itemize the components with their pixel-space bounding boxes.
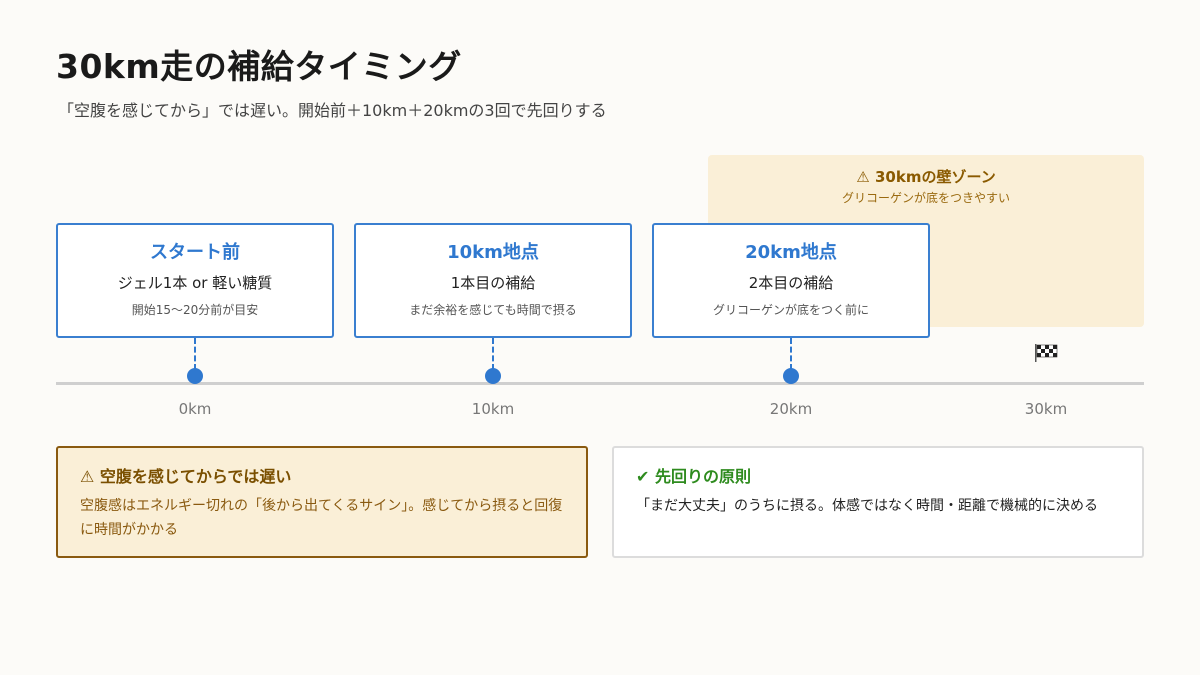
warning-box: ⚠ 空腹を感じてからでは遅い 空腹感はエネルギー切れの「後から出てくるサイン」。…	[56, 446, 588, 558]
principle-box-text: 「まだ大丈夫」のうちに摂る。体感ではなく時間・距離で機械的に決める	[636, 498, 1098, 514]
checkered-flag-icon	[1035, 344, 1058, 362]
timeline-dot-10km	[485, 368, 501, 384]
principle-box: ✔ 先回りの原則 「まだ大丈夫」のうちに摂る。体感ではなく時間・距離で機械的に決…	[612, 446, 1144, 558]
card-main-text: 1本目の補給	[450, 274, 536, 292]
connector-10km	[492, 338, 494, 370]
card-main-text: ジェル1本 or 軽い糖質	[117, 274, 273, 292]
tick-label-30km: 30km	[1024, 400, 1068, 418]
page-title: 30km走の補給タイミング	[56, 47, 462, 86]
card-start: スタート前 ジェル1本 or 軽い糖質 開始15〜20分前が目安	[56, 223, 334, 338]
card-title: 10km地点	[447, 242, 539, 263]
card-note: グリコーゲンが底をつく前に	[712, 303, 869, 317]
card-20km: 20km地点 2本目の補給 グリコーゲンが底をつく前に	[652, 223, 930, 338]
card-note: 開始15〜20分前が目安	[131, 303, 259, 317]
card-main-text: 2本目の補給	[748, 274, 834, 292]
timeline-axis	[56, 382, 1144, 385]
warning-box-title: ⚠ 空腹を感じてからでは遅い	[80, 467, 292, 486]
principle-box-title: ✔ 先回りの原則	[636, 467, 751, 486]
wall-zone-title: ⚠ 30kmの壁ゾーン	[856, 168, 996, 186]
connector-start	[194, 338, 196, 370]
tick-label-20km: 20km	[769, 400, 813, 418]
page-subtitle: 「空腹を感じてから」では遅い。開始前＋10km＋20kmの3回で先回りする	[58, 101, 607, 120]
card-10km: 10km地点 1本目の補給 まだ余裕を感じても時間で摂る	[354, 223, 632, 338]
timeline-dot-start	[187, 368, 203, 384]
tick-label-10km: 10km	[471, 400, 515, 418]
warning-box-text: 空腹感はエネルギー切れの「後から出てくるサイン」。感じてから摂ると回復に時間がか…	[80, 498, 563, 538]
card-note: まだ余裕を感じても時間で摂る	[409, 303, 577, 317]
connector-20km	[790, 338, 792, 370]
card-title: スタート前	[150, 242, 240, 263]
timeline-dot-20km	[783, 368, 799, 384]
wall-zone-subtitle: グリコーゲンが底をつきやすい	[841, 191, 1010, 205]
card-title: 20km地点	[745, 242, 837, 263]
tick-label-0km: 0km	[178, 400, 212, 418]
